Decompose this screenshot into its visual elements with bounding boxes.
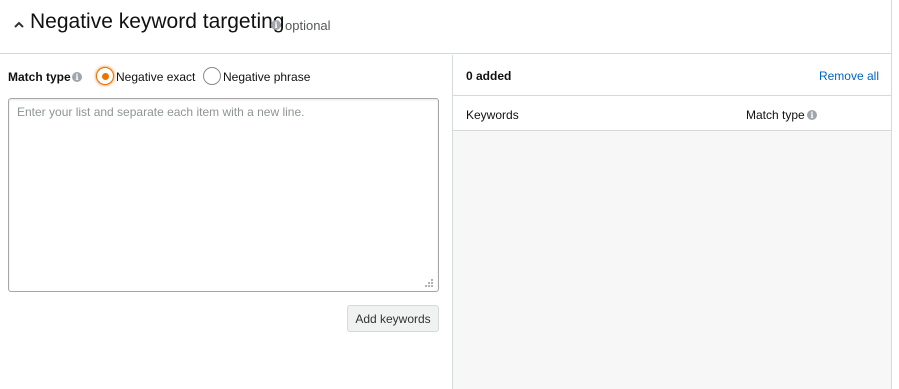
negative-phrase-radio[interactable] [203,67,221,85]
info-icon[interactable]: i [807,110,817,120]
section-title: Negative keyword targeting [30,10,285,33]
keyword-list-input[interactable] [8,98,439,292]
info-icon[interactable]: i [72,72,82,82]
match-type-label: Match type [8,70,71,84]
keywords-table-header: Keywords Match type i [453,96,891,131]
column-header-match-type: Match type [746,108,805,122]
chevron-up-icon[interactable] [12,18,26,32]
info-icon[interactable]: i [271,20,281,30]
section-header: Negative keyword targeting i optional [0,0,891,54]
add-keywords-button[interactable]: Add keywords [347,305,439,332]
resize-grip-icon[interactable] [424,278,434,288]
negative-exact-radio[interactable] [96,67,114,85]
added-summary-bar: 0 added Remove all [453,55,891,96]
negative-keyword-panel: Negative keyword targeting i optional Ma… [0,0,892,389]
remove-all-link[interactable]: Remove all [819,69,879,83]
added-keywords-column: 0 added Remove all Keywords Match type i [452,55,891,389]
negative-phrase-label[interactable]: Negative phrase [223,70,310,84]
negative-exact-label[interactable]: Negative exact [116,70,195,84]
optional-label: optional [285,18,331,33]
column-header-keywords: Keywords [466,108,519,122]
keyword-entry-column: Match type i Negative exact Negative phr… [0,55,452,389]
added-count: 0 added [466,69,512,83]
